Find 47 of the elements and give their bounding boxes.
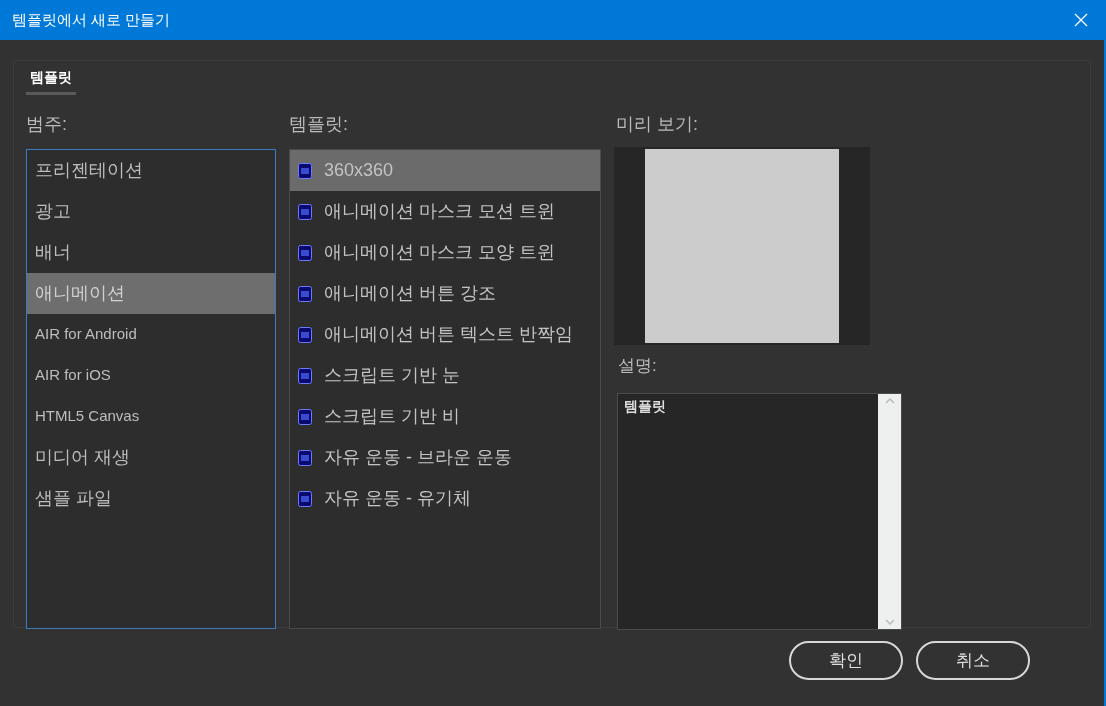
- template-name: 애니메이션 버튼 텍스트 반짝임: [324, 323, 573, 346]
- template-name: 자유 운동 - 유기체: [324, 487, 471, 510]
- template-name: 자유 운동 - 브라운 운동: [324, 446, 512, 469]
- template-label: 템플릿:: [289, 113, 349, 136]
- file-icon: [298, 162, 312, 179]
- category-item[interactable]: 배너: [27, 232, 275, 273]
- template-name: 360x360: [324, 159, 394, 182]
- file-icon: [298, 367, 312, 384]
- template-item[interactable]: 애니메이션 마스크 모양 트윈: [290, 232, 600, 273]
- template-item[interactable]: 스크립트 기반 비: [290, 396, 600, 437]
- template-item[interactable]: 자유 운동 - 브라운 운동: [290, 437, 600, 478]
- scrollbar[interactable]: [878, 394, 901, 629]
- preview-label: 미리 보기:: [615, 113, 699, 136]
- category-item[interactable]: 미디어 재생: [27, 437, 275, 478]
- template-item[interactable]: 자유 운동 - 유기체: [290, 478, 600, 519]
- tab[interactable]: 템플릿: [26, 67, 76, 95]
- dialog-button[interactable]: 취소: [916, 641, 1030, 680]
- file-icon: [298, 408, 312, 425]
- dialog-button[interactable]: 확인: [789, 641, 903, 680]
- template-item[interactable]: 애니메이션 버튼 텍스트 반짝임: [290, 314, 600, 355]
- scroll-up-icon[interactable]: [884, 398, 895, 404]
- scroll-down-icon[interactable]: [884, 619, 895, 625]
- description-label: 설명:: [617, 355, 658, 377]
- description-text: 템플릿: [623, 397, 667, 416]
- template-name: 스크립트 기반 비: [324, 405, 460, 428]
- category-label: 범주:: [26, 113, 68, 136]
- category-item[interactable]: 광고: [27, 191, 275, 232]
- template-item[interactable]: 애니메이션 버튼 강조: [290, 273, 600, 314]
- template-item[interactable]: 스크립트 기반 눈: [290, 355, 600, 396]
- file-icon: [298, 326, 312, 343]
- file-icon: [298, 490, 312, 507]
- category-item[interactable]: 샘플 파일: [27, 478, 275, 519]
- category-item[interactable]: HTML5 Canvas: [27, 396, 275, 437]
- file-icon: [298, 285, 312, 302]
- template-name: 애니메이션 마스크 모양 트윈: [324, 241, 555, 264]
- category-item[interactable]: 프리젠테이션: [27, 150, 275, 191]
- close-icon: [1074, 13, 1088, 27]
- window-title: 템플릿에서 새로 만들기: [12, 9, 171, 30]
- template-name: 스크립트 기반 눈: [324, 364, 460, 387]
- file-icon: [298, 203, 312, 220]
- template-item[interactable]: 애니메이션 마스크 모션 트윈: [290, 191, 600, 232]
- category-item[interactable]: AIR for iOS: [27, 355, 275, 396]
- file-icon: [298, 449, 312, 466]
- category-item[interactable]: AIR for Android: [27, 314, 275, 355]
- template-name: 애니메이션 버튼 강조: [324, 282, 496, 305]
- template-name: 애니메이션 마스크 모션 트윈: [324, 200, 555, 223]
- file-icon: [298, 244, 312, 261]
